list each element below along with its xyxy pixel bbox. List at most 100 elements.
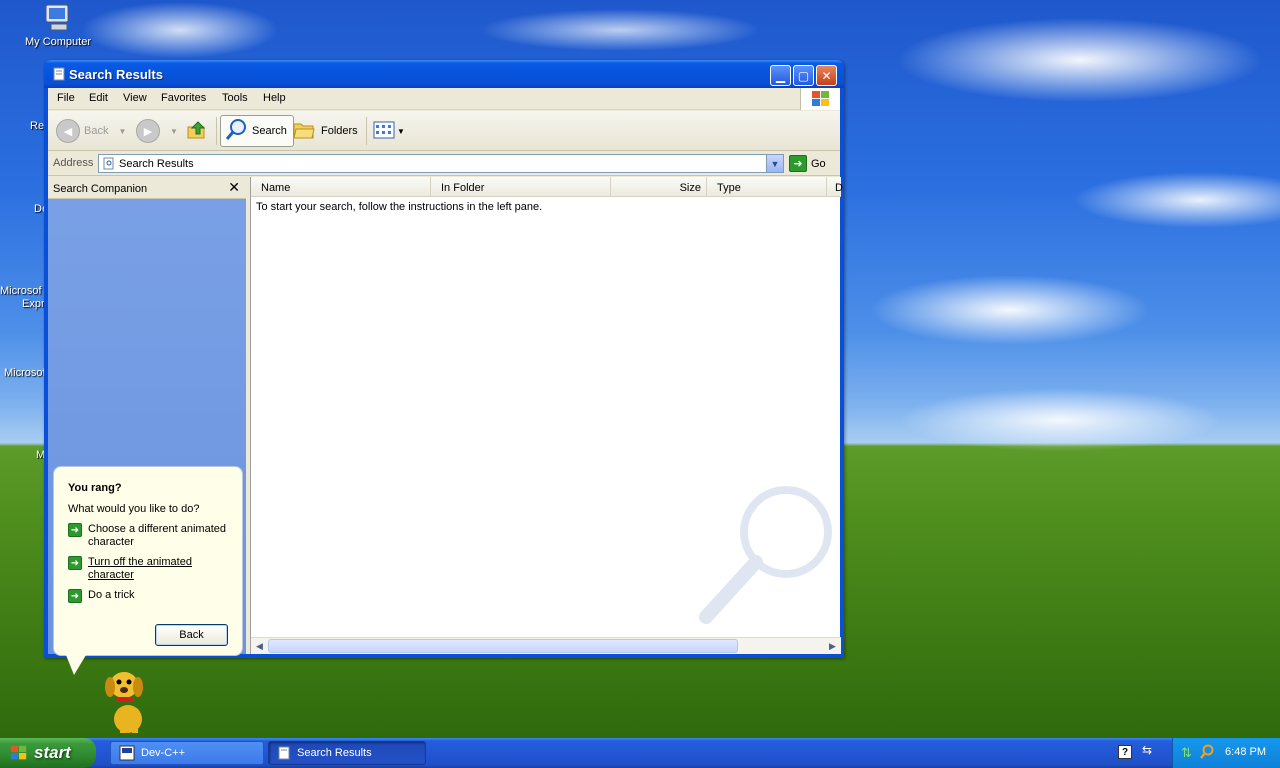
close-icon: ✕ [821, 68, 832, 83]
desktop-icon-my-computer[interactable]: My Computer [22, 2, 94, 48]
search-results-window: Search Results ▁ ▢ ✕ File Edit View Favo… [44, 60, 844, 733]
balloon-back-button[interactable]: Back [155, 624, 228, 646]
system-tray: ⇅ 6:48 PM [1172, 738, 1280, 768]
column-label: Name [261, 182, 291, 194]
address-label: Address [53, 157, 94, 169]
menu-favorites[interactable]: Favorites [161, 92, 206, 104]
column-label: Size [679, 182, 701, 194]
windows-logo-icon [10, 745, 27, 760]
go-button[interactable]: ➜ Go [789, 154, 826, 173]
magnifier-watermark-icon [691, 477, 841, 627]
toolbar-separator [366, 117, 367, 145]
windows-logo-icon [800, 88, 840, 110]
scroll-left-icon[interactable]: ◀ [252, 639, 267, 653]
task-label: Dev-C++ [141, 747, 186, 759]
desktop-icon-microsoft-2[interactable]: Microsof [4, 367, 46, 379]
folders-label: Folders [321, 125, 358, 137]
option-label: Turn off the animated character [88, 556, 192, 581]
results-pane: Name In Folder Size Type D To start your… [250, 177, 843, 654]
desktop-icon-label: My Computer [24, 36, 92, 48]
title-bar[interactable]: Search Results ▁ ▢ ✕ [44, 60, 844, 88]
window-title: Search Results [69, 67, 163, 82]
horizontal-scrollbar[interactable]: ◀ ▶ [251, 637, 841, 654]
back-label: Back [84, 125, 109, 137]
maximize-icon: ▢ [797, 68, 810, 83]
desktop-icon-label: Microsof [0, 285, 42, 297]
search-companion-pane: Search Companion ✕ You rang? What would … [48, 177, 246, 733]
menu-edit[interactable]: Edit [89, 92, 108, 104]
green-arrow-icon: ➜ [68, 589, 82, 603]
balloon-subtitle: What would you like to do? [68, 503, 200, 515]
forward-button[interactable]: ▶ ▼ [136, 115, 178, 147]
taskbar: start Dev-C++ Search Results ? ⇆ ⇅ 6:48 … [0, 738, 1280, 768]
maximize-button[interactable]: ▢ [793, 65, 814, 86]
menu-file[interactable]: File [57, 92, 75, 104]
option-label: Choose a different animated character [88, 523, 226, 548]
rover-dog-icon[interactable] [98, 665, 158, 735]
close-icon[interactable]: ✕ [228, 179, 240, 196]
desktop-icon-recycle[interactable]: Re [30, 120, 44, 132]
desktop-icon-express[interactable]: Expr [22, 298, 45, 310]
column-type[interactable]: Type [707, 177, 827, 197]
network-icon[interactable]: ⇅ [1181, 745, 1192, 761]
start-label: start [34, 743, 71, 762]
balloon-title: You rang? [68, 482, 122, 494]
taskbar-item-search-results[interactable]: Search Results [268, 741, 426, 765]
menu-tools[interactable]: Tools [222, 92, 248, 104]
chevron-down-icon: ▼ [397, 126, 405, 136]
menu-bar: File Edit View Favorites Tools Help [48, 88, 840, 110]
column-date[interactable]: D [827, 177, 843, 197]
option-turn-off-character[interactable]: ➜ Turn off the animated character [68, 556, 236, 582]
start-button[interactable]: start [0, 738, 96, 768]
up-folder-icon [186, 119, 208, 144]
back-button[interactable]: ◀ Back ▼ [56, 115, 126, 147]
back-arrow-icon: ◀ [56, 119, 80, 143]
column-label: Type [717, 182, 741, 194]
search-label: Search [252, 125, 287, 137]
option-do-trick[interactable]: ➜ Do a trick [68, 589, 236, 603]
green-arrow-icon: ➜ [68, 523, 82, 537]
menu-view[interactable]: View [123, 92, 147, 104]
desktop-icon-microsoft-1[interactable]: Microsof [0, 285, 42, 297]
column-name[interactable]: Name [251, 177, 431, 197]
search-window-icon [278, 746, 290, 760]
clock[interactable]: 6:48 PM [1225, 746, 1266, 758]
back-button-label: Back [179, 629, 204, 641]
assistant-balloon: You rang? What would you like to do? ➜ C… [53, 466, 243, 675]
minimize-button[interactable]: ▁ [770, 65, 791, 86]
companion-header: Search Companion ✕ [48, 177, 246, 199]
column-size[interactable]: Size [611, 177, 707, 197]
scrollbar-thumb[interactable] [268, 639, 738, 653]
folders-button[interactable]: Folders [293, 115, 358, 147]
folders-icon [293, 120, 315, 143]
toolbar: ◀ Back ▼ ▶ ▼ Search Folders ▼ [48, 111, 840, 151]
close-button[interactable]: ✕ [816, 65, 837, 86]
go-arrow-icon: ➜ [789, 155, 807, 172]
go-label: Go [811, 157, 826, 170]
language-bar-icon[interactable]: ⇆ [1142, 743, 1152, 757]
search-button[interactable]: Search [220, 115, 294, 147]
chevron-down-icon: ▼ [170, 126, 178, 136]
column-header-row: Name In Folder Size Type D [251, 177, 843, 197]
option-choose-character[interactable]: ➜ Choose a different animated character [68, 523, 236, 549]
help-icon[interactable]: ? [1118, 745, 1132, 759]
green-arrow-icon: ➜ [68, 556, 82, 570]
devcpp-icon [119, 745, 135, 761]
views-button[interactable]: ▼ [373, 115, 405, 147]
address-input[interactable]: Search Results ▼ [98, 154, 784, 173]
address-dropdown-button[interactable]: ▼ [766, 155, 783, 172]
search-results-icon [102, 157, 115, 173]
desktop-icon-label: Re [30, 120, 45, 132]
column-in-folder[interactable]: In Folder [431, 177, 611, 197]
empty-results-message: To start your search, follow the instruc… [256, 201, 543, 213]
taskbar-item-devcpp[interactable]: Dev-C++ [110, 741, 264, 765]
desktop-icon-label: Expr [22, 298, 45, 310]
search-icon[interactable] [1199, 744, 1215, 763]
search-window-icon [52, 67, 66, 81]
window-content: File Edit View Favorites Tools Help ◀ Ba… [48, 88, 843, 733]
menu-help[interactable]: Help [263, 92, 286, 104]
minimize-icon: ▁ [775, 68, 786, 83]
up-folder-button[interactable] [186, 115, 208, 147]
scroll-right-icon[interactable]: ▶ [825, 639, 840, 653]
address-bar: Address Search Results ▼ ➜ Go [48, 152, 840, 176]
